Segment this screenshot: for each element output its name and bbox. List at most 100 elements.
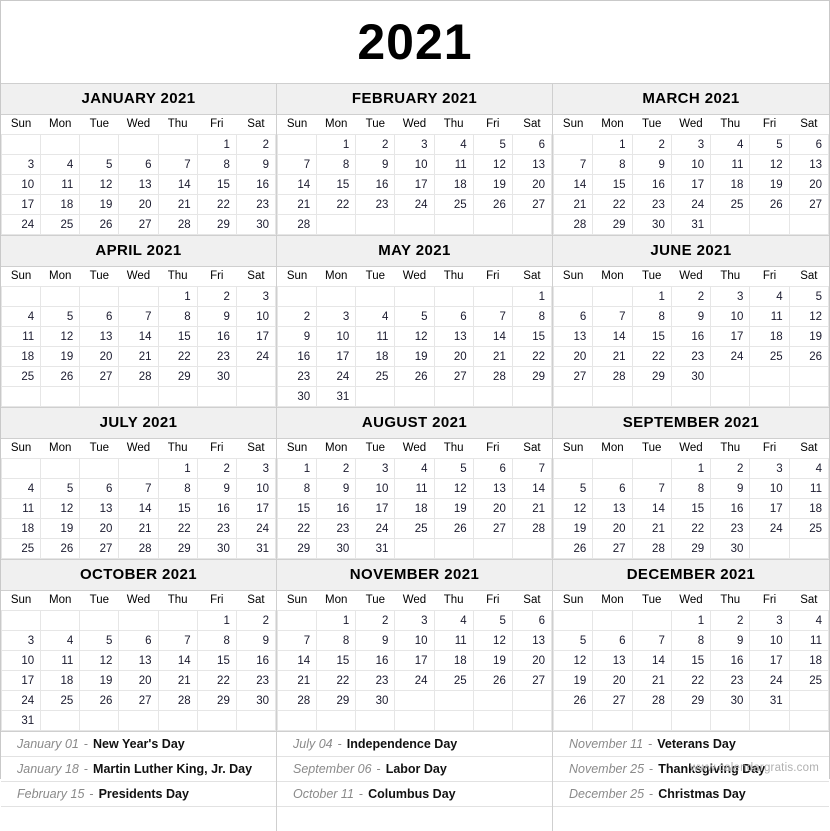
day-cell[interactable]: 5 [472,134,513,155]
day-cell[interactable]: 4 [433,134,474,155]
day-cell[interactable]: 11 [433,630,474,651]
day-cell[interactable]: 13 [79,498,120,519]
day-cell[interactable]: 21 [511,498,553,519]
day-cell[interactable]: 27 [118,690,159,711]
day-cell[interactable]: 15 [157,326,198,347]
day-cell[interactable]: 6 [592,478,633,499]
day-cell[interactable]: 29 [196,214,237,235]
day-cell[interactable]: 12 [394,326,435,347]
day-cell[interactable]: 23 [235,670,277,691]
day-cell[interactable]: 17 [394,650,435,671]
day-cell[interactable]: 8 [316,630,357,651]
day-cell[interactable]: 23 [355,194,396,215]
day-cell[interactable]: 15 [511,326,553,347]
day-cell[interactable]: 9 [276,326,318,347]
day-cell[interactable]: 25 [0,366,42,387]
day-cell[interactable]: 15 [670,498,712,519]
day-cell[interactable]: 17 [0,194,42,215]
day-cell[interactable]: 24 [749,518,790,539]
day-cell[interactable]: 2 [196,286,237,307]
day-cell[interactable]: 24 [355,518,396,539]
day-cell[interactable]: 16 [670,326,712,347]
day-cell[interactable]: 12 [472,630,513,651]
day-cell[interactable]: 22 [511,346,553,367]
day-cell[interactable]: 5 [433,458,474,479]
day-cell[interactable]: 18 [788,498,830,519]
day-cell[interactable]: 27 [552,366,594,387]
day-cell[interactable]: 27 [472,518,513,539]
day-cell[interactable]: 25 [710,194,751,215]
day-cell[interactable]: 12 [40,326,81,347]
day-cell[interactable]: 24 [316,366,357,387]
day-cell[interactable]: 19 [472,174,513,195]
day-cell[interactable]: 26 [40,538,81,559]
day-cell[interactable]: 19 [749,174,790,195]
day-cell[interactable]: 16 [235,174,277,195]
day-cell[interactable]: 20 [788,174,830,195]
day-cell[interactable]: 18 [40,670,81,691]
day-cell[interactable]: 9 [355,154,396,175]
day-cell[interactable]: 3 [749,458,790,479]
day-cell[interactable]: 16 [196,498,237,519]
day-cell[interactable]: 28 [552,214,594,235]
day-cell[interactable]: 8 [592,154,633,175]
day-cell[interactable]: 9 [355,630,396,651]
day-cell[interactable]: 30 [196,538,237,559]
day-cell[interactable]: 31 [670,214,712,235]
day-cell[interactable]: 18 [0,518,42,539]
day-cell[interactable]: 12 [552,498,594,519]
day-cell[interactable]: 5 [79,630,120,651]
day-cell[interactable]: 13 [592,650,633,671]
day-cell[interactable]: 10 [316,326,357,347]
day-cell[interactable]: 6 [511,134,553,155]
day-cell[interactable]: 12 [40,498,81,519]
day-cell[interactable]: 26 [40,366,81,387]
day-cell[interactable]: 23 [276,366,318,387]
day-cell[interactable]: 28 [276,690,318,711]
day-cell[interactable]: 12 [749,154,790,175]
day-cell[interactable]: 17 [355,498,396,519]
day-cell[interactable]: 15 [316,174,357,195]
day-cell[interactable]: 8 [631,306,672,327]
day-cell[interactable]: 22 [631,346,672,367]
day-cell[interactable]: 15 [592,174,633,195]
day-cell[interactable]: 17 [710,326,751,347]
day-cell[interactable]: 26 [433,518,474,539]
day-cell[interactable]: 13 [511,630,553,651]
day-cell[interactable]: 17 [235,498,277,519]
day-cell[interactable]: 10 [394,154,435,175]
day-cell[interactable]: 24 [0,214,42,235]
day-cell[interactable]: 7 [631,478,672,499]
day-cell[interactable]: 11 [355,326,396,347]
day-cell[interactable]: 2 [631,134,672,155]
day-cell[interactable]: 19 [552,518,594,539]
day-cell[interactable]: 11 [749,306,790,327]
day-cell[interactable]: 3 [235,286,277,307]
day-cell[interactable]: 5 [552,478,594,499]
day-cell[interactable]: 14 [276,650,318,671]
day-cell[interactable]: 14 [631,498,672,519]
day-cell[interactable]: 13 [552,326,594,347]
day-cell[interactable]: 21 [592,346,633,367]
day-cell[interactable]: 18 [433,650,474,671]
day-cell[interactable]: 2 [670,286,712,307]
day-cell[interactable]: 29 [670,690,712,711]
day-cell[interactable]: 19 [40,518,81,539]
day-cell[interactable]: 25 [355,366,396,387]
day-cell[interactable]: 9 [316,478,357,499]
day-cell[interactable]: 25 [433,670,474,691]
day-cell[interactable]: 22 [276,518,318,539]
day-cell[interactable]: 6 [79,478,120,499]
day-cell[interactable]: 24 [235,518,277,539]
day-cell[interactable]: 13 [433,326,474,347]
day-cell[interactable]: 14 [592,326,633,347]
day-cell[interactable]: 8 [157,478,198,499]
day-cell[interactable]: 9 [235,630,277,651]
day-cell[interactable]: 7 [276,154,318,175]
day-cell[interactable]: 15 [316,650,357,671]
day-cell[interactable]: 7 [118,478,159,499]
day-cell[interactable]: 3 [670,134,712,155]
day-cell[interactable]: 25 [0,538,42,559]
day-cell[interactable]: 26 [788,346,830,367]
day-cell[interactable]: 2 [316,458,357,479]
